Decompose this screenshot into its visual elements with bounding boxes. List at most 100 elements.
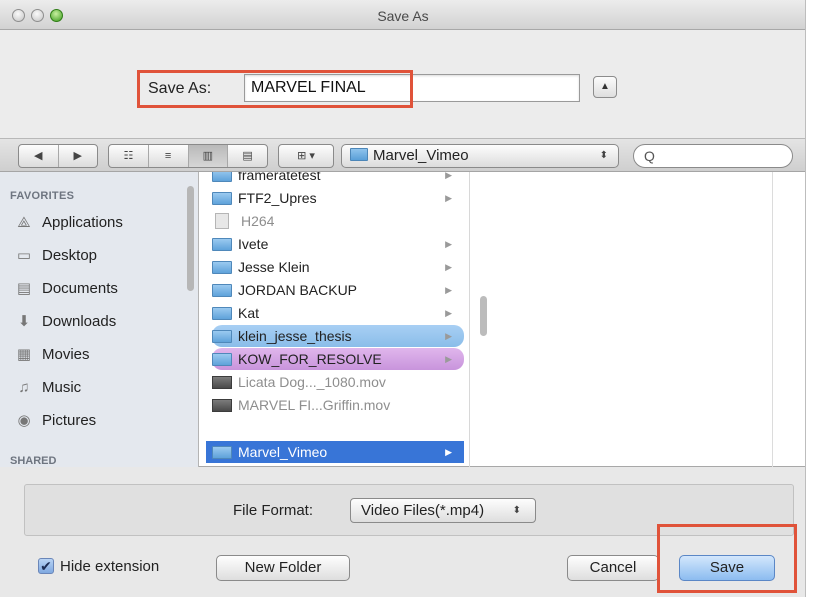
- sidebar-item-desktop[interactable]: ▭ Desktop: [0, 239, 198, 272]
- folder-icon: [212, 172, 232, 182]
- location-popup-label: Marvel_Vimeo: [373, 147, 469, 164]
- file-name: Kat: [238, 305, 260, 321]
- file-name: JORDAN BACKUP: [238, 282, 358, 298]
- file-row[interactable]: klein_jesse_thesis ▶: [212, 325, 464, 347]
- disclosure-chevron-icon: ▶: [445, 172, 452, 180]
- file-row[interactable]: JORDAN BACKUP ▶: [212, 279, 464, 301]
- disclosure-chevron-icon: ▶: [445, 261, 452, 272]
- movie-file-icon: [212, 375, 232, 389]
- sidebar-item-label: Applications: [42, 214, 123, 231]
- empty-column: [486, 172, 805, 467]
- downloads-icon: ⬇: [17, 312, 31, 330]
- back-button[interactable]: ◀: [19, 145, 59, 167]
- movies-icon: ▦: [16, 345, 32, 363]
- document-icon: [215, 213, 229, 229]
- icon-view-button[interactable]: ☷: [109, 145, 149, 167]
- arrange-control: ⊞ ▾: [278, 144, 334, 168]
- location-popup[interactable]: Marvel_Vimeo ⬍: [341, 144, 619, 168]
- sidebar-shared-header: SHARED: [10, 455, 57, 467]
- sidebar-item-pictures[interactable]: ◉ Pictures: [0, 404, 198, 437]
- hide-extension-checkbox[interactable]: ✔: [38, 558, 54, 574]
- popup-arrows-icon: ⬍: [512, 505, 521, 516]
- disclosure-chevron-icon: ▶: [445, 192, 452, 203]
- file-name: frameratetest: [238, 172, 321, 183]
- file-column: frameratetest ▶ FTF2_Upres ▶ H264 Ivete ▶ J…: [200, 172, 470, 467]
- file-name: Ivete: [238, 236, 269, 252]
- save-as-row: Save As: ▲: [0, 30, 805, 138]
- sidebar: FAVORITES ⟁ Applications ▭ Desktop ▤ Docume…: [0, 172, 199, 467]
- arrange-menu-button[interactable]: ⊞ ▾: [279, 145, 333, 167]
- folder-icon: [212, 445, 232, 459]
- movie-file-icon: [212, 398, 232, 412]
- file-row[interactable]: Jesse Klein ▶: [212, 256, 464, 278]
- search-icon: Q: [644, 148, 655, 164]
- folder-icon: [212, 260, 232, 274]
- file-row[interactable]: Ivete ▶: [212, 233, 464, 255]
- file-name: MARVEL FI...Griffin.mov: [238, 397, 391, 413]
- file-name: klein_jesse_thesis: [238, 328, 352, 344]
- sidebar-item-applications[interactable]: ⟁ Applications: [0, 206, 198, 239]
- file-name: H264: [241, 213, 275, 229]
- save-button[interactable]: Save: [679, 555, 775, 581]
- applications-icon: ⟁: [17, 213, 31, 231]
- disclosure-chevron-icon: ▶: [445, 330, 452, 341]
- folder-icon: [212, 237, 232, 251]
- cancel-button[interactable]: Cancel: [567, 555, 659, 581]
- file-name: Marvel_Vimeo: [238, 444, 328, 460]
- file-row[interactable]: H264: [212, 210, 464, 232]
- sidebar-item-label: Downloads: [42, 313, 117, 330]
- column-view-button[interactable]: ▥: [188, 145, 229, 167]
- file-name: Jesse Klein: [238, 259, 310, 275]
- disclosure-chevron-icon: ▶: [445, 238, 452, 249]
- new-folder-button[interactable]: New Folder: [216, 555, 350, 581]
- hide-extension-label: Hide extension: [60, 558, 160, 575]
- folder-icon: [212, 283, 232, 297]
- file-browser: FAVORITES ⟁ Applications ▭ Desktop ▤ Docume…: [0, 172, 805, 467]
- file-row[interactable]: FTF2_Upres ▶: [212, 187, 464, 209]
- file-row[interactable]: Licata Dog..._1080.mov: [212, 371, 464, 393]
- cover-flow-view-button[interactable]: ▤: [228, 145, 267, 167]
- documents-icon: ▤: [16, 279, 32, 297]
- folder-icon: [350, 148, 368, 161]
- save-as-label: Save As:: [148, 80, 212, 97]
- sidebar-item-label: Music: [42, 379, 82, 396]
- file-row[interactable]: KOW_FOR_RESOLVE ▶: [212, 348, 464, 370]
- folder-icon: [212, 191, 232, 205]
- folder-icon: [212, 352, 232, 366]
- back-forward-control: ◀ ▶: [18, 144, 98, 168]
- sidebar-item-label: Desktop: [42, 247, 98, 264]
- sidebar-item-movies[interactable]: ▦ Movies: [0, 338, 198, 371]
- file-name: KOW_FOR_RESOLVE: [238, 351, 382, 367]
- sidebar-item-documents[interactable]: ▤ Documents: [0, 272, 198, 305]
- disclosure-chevron-icon: ▶: [445, 446, 452, 457]
- list-view-button[interactable]: ≡: [149, 145, 189, 167]
- disclosure-chevron-icon: ▶: [445, 307, 452, 318]
- file-format-select[interactable]: Video Files(*.mp4) ⬍: [350, 498, 536, 523]
- desktop-icon: ▭: [16, 246, 32, 264]
- file-row-selected[interactable]: Marvel_Vimeo ▶: [206, 441, 464, 463]
- sidebar-item-music[interactable]: ♫ Music: [0, 371, 198, 404]
- save-as-filename-input[interactable]: [244, 74, 580, 102]
- title-bar[interactable]: Save As: [0, 0, 805, 30]
- sidebar-scrollbar[interactable]: [187, 186, 194, 291]
- file-name: Licata Dog..._1080.mov: [238, 374, 386, 390]
- file-row[interactable]: MARVEL FI...Griffin.mov: [212, 394, 464, 416]
- sidebar-item-downloads[interactable]: ⬇ Downloads: [0, 305, 198, 338]
- forward-button[interactable]: ▶: [59, 145, 98, 167]
- expand-dialog-button[interactable]: ▲: [593, 76, 617, 98]
- search-field[interactable]: Q: [633, 144, 793, 168]
- folder-icon: [212, 329, 232, 343]
- sidebar-favorites-header: FAVORITES: [10, 190, 75, 202]
- column-divider[interactable]: [772, 172, 773, 467]
- view-mode-control: ☷ ≡ ▥ ▤: [108, 144, 268, 168]
- sidebar-item-label: Pictures: [42, 412, 97, 429]
- popup-arrows-icon: ⬍: [599, 150, 608, 161]
- window-title: Save As: [377, 8, 429, 24]
- file-row[interactable]: frameratetest ▶: [212, 172, 464, 186]
- file-format-panel: File Format: Video Files(*.mp4) ⬍: [24, 484, 794, 536]
- pictures-icon: ◉: [17, 411, 31, 429]
- sidebar-item-label: Movies: [42, 346, 90, 363]
- file-format-label: File Format:: [233, 502, 314, 519]
- folder-icon: [212, 306, 232, 320]
- file-row[interactable]: Kat ▶: [212, 302, 464, 324]
